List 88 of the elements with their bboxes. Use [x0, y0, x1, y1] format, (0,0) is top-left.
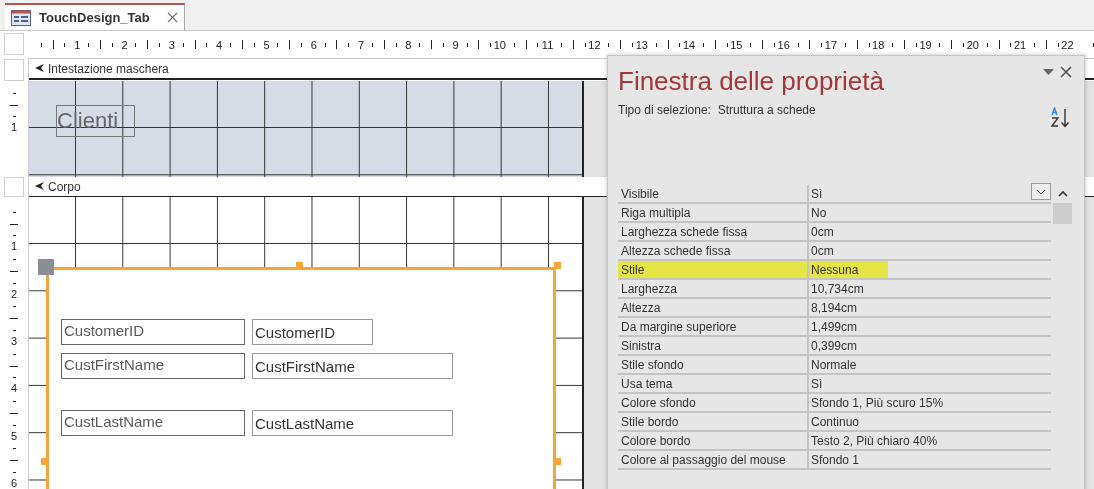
section-selector[interactable] — [4, 177, 24, 197]
dropdown-button[interactable] — [1031, 183, 1051, 200]
resize-handle[interactable] — [296, 262, 303, 269]
property-value[interactable]: No — [809, 204, 829, 221]
property-value[interactable]: 1,499cm — [809, 318, 860, 335]
ruler-number: 18 — [872, 38, 885, 51]
selection-type: Tipo di selezione: Struttura a schede — [618, 103, 817, 117]
section-marker-icon — [35, 182, 45, 191]
ruler-number: 8 — [405, 38, 412, 51]
ruler-number: 16 — [777, 38, 790, 51]
ruler-number: 1 — [10, 122, 18, 134]
property-name[interactable]: Larghezza schede fissa — [618, 223, 809, 242]
property-value[interactable]: 0cm — [809, 223, 836, 240]
ruler-number: 19 — [919, 38, 932, 51]
property-value[interactable]: Normale — [809, 356, 859, 373]
section-selector[interactable] — [4, 59, 24, 81]
ruler-number: 6 — [10, 477, 18, 489]
ruler-number: 15 — [730, 38, 743, 51]
move-handle[interactable] — [38, 259, 54, 275]
property-value[interactable]: Sì — [809, 185, 825, 202]
ruler-number: 3 — [10, 335, 18, 347]
form-icon — [11, 9, 31, 26]
form-selector[interactable] — [4, 33, 24, 55]
field-label[interactable]: CustFirstName — [61, 353, 245, 379]
ruler-number: 17 — [824, 38, 838, 51]
ruler-number: 21 — [1014, 38, 1027, 51]
property-value[interactable]: 10,734cm — [809, 280, 866, 297]
ruler-number: 6 — [310, 38, 317, 51]
property-name[interactable]: Colore bordo — [618, 432, 809, 451]
property-name[interactable]: Stile — [618, 261, 809, 280]
property-value[interactable]: Continuo — [809, 413, 862, 430]
property-name[interactable]: Colore al passaggio del mouse — [618, 451, 809, 470]
property-value[interactable]: Sì — [809, 375, 825, 392]
section-title: Corpo — [48, 179, 81, 194]
ruler-number: 9 — [452, 38, 459, 51]
dropdown-icon[interactable] — [1043, 69, 1054, 75]
ruler-number: 20 — [966, 38, 979, 51]
ruler-number: 3 — [168, 38, 175, 51]
close-icon[interactable] — [167, 12, 178, 23]
ruler-number: 2 — [10, 288, 18, 300]
ruler-number: 2 — [121, 38, 128, 51]
property-name[interactable]: Larghezza — [618, 280, 809, 299]
property-value[interactable]: Nessuna — [809, 261, 889, 278]
ruler-number: 13 — [635, 38, 648, 51]
property-value[interactable]: Testo 2, Più chiaro 40% — [809, 432, 940, 449]
ruler-number: 12 — [588, 38, 601, 51]
property-name[interactable]: Sinistra — [618, 337, 809, 356]
ruler-number: 11 — [541, 38, 554, 51]
ruler-number: 4 — [216, 38, 223, 51]
tab-control[interactable]: CustomerID CustomerID CustFirstName CustFirstName CustLastName CustLastName — [46, 267, 556, 489]
property-value[interactable]: 8,194cm — [809, 299, 860, 316]
field-label[interactable]: CustLastName — [61, 410, 245, 436]
sort-icon[interactable] — [1050, 107, 1072, 129]
property-value[interactable]: Sfondo 1, Più scuro 15% — [809, 394, 946, 411]
ruler-number: 14 — [682, 38, 696, 51]
text-box[interactable]: CustFirstName — [252, 353, 453, 379]
ruler-number: 22 — [1061, 38, 1074, 51]
resize-handle[interactable] — [554, 458, 561, 465]
ruler-number: 7 — [357, 38, 365, 51]
resize-handle[interactable] — [554, 262, 561, 269]
property-name[interactable]: Stile bordo — [618, 413, 809, 432]
chevron-down-icon — [1036, 188, 1046, 195]
text-box[interactable]: CustLastName — [252, 410, 453, 436]
document-title: TouchDesign_Tab — [39, 10, 151, 25]
ruler-number: 5 — [10, 430, 18, 442]
section-marker-icon — [35, 64, 45, 73]
property-name[interactable]: Stile sfondo — [618, 356, 809, 375]
ruler-number: 10 — [493, 38, 506, 51]
document-tab[interactable]: TouchDesign_Tab — [5, 3, 185, 30]
property-name[interactable]: Usa tema — [618, 375, 809, 394]
ruler-number: 1 — [10, 241, 18, 253]
property-name[interactable]: Colore sfondo — [618, 394, 809, 413]
close-icon[interactable] — [1060, 66, 1072, 78]
field-label[interactable]: CustomerID — [61, 319, 245, 345]
property-name[interactable]: Altezza — [618, 299, 809, 318]
ruler-number: 1 — [74, 38, 81, 51]
property-value[interactable]: 0cm — [809, 242, 836, 259]
property-name[interactable]: Riga multipla — [618, 204, 809, 223]
property-value[interactable]: Sfondo 1 — [809, 451, 862, 468]
scrollbar-thumb[interactable] — [1053, 203, 1072, 224]
text-box[interactable]: CustomerID — [252, 319, 373, 345]
ruler-number: 5 — [263, 38, 270, 51]
section-title: Intestazione maschera — [48, 61, 169, 76]
resize-handle[interactable] — [41, 458, 48, 465]
ruler-number: 4 — [10, 383, 18, 395]
property-name[interactable]: Da margine superiore — [618, 318, 809, 337]
property-name[interactable]: Visibile — [618, 185, 809, 204]
property-value[interactable]: 0,399cm — [809, 337, 860, 354]
